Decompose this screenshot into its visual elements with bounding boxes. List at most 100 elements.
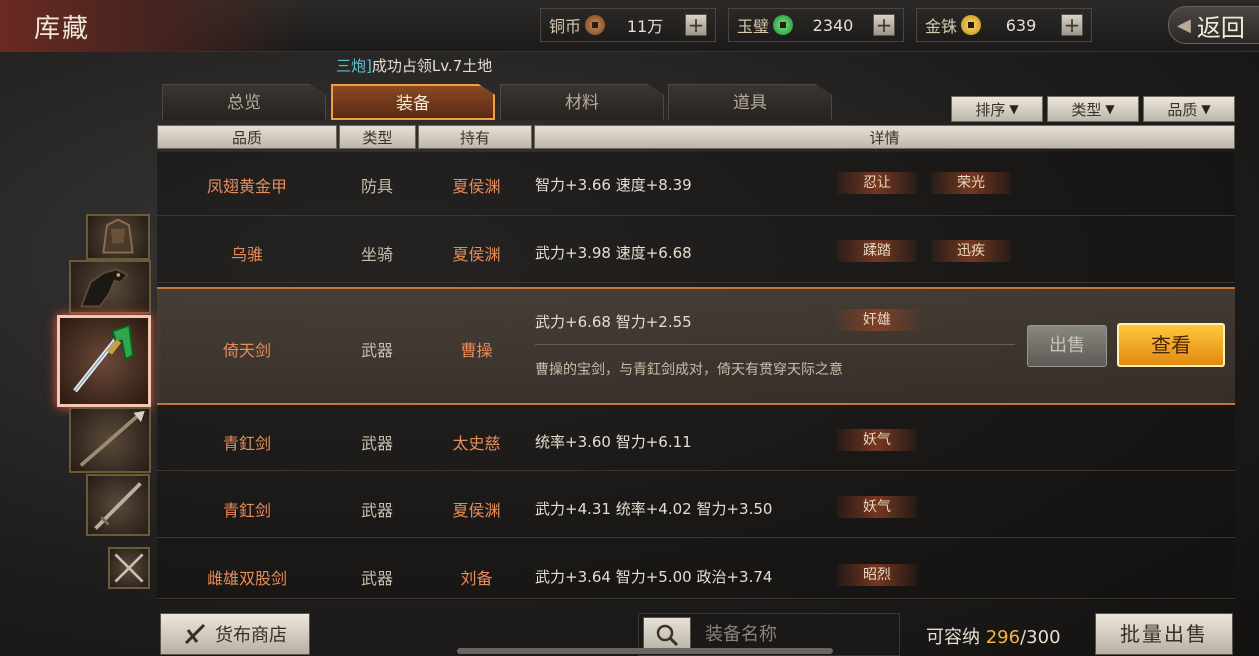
column-header-quality[interactable]: 品质 (157, 125, 337, 149)
item-trait-tag: 妖气 (837, 429, 917, 451)
horse-thumbnail[interactable] (69, 260, 151, 314)
blade-thumbnail[interactable] (86, 474, 150, 536)
spear-icon (79, 410, 145, 467)
tab-items[interactable]: 道具 (668, 84, 832, 120)
item-type: 武器 (360, 434, 393, 453)
item-stats: 智力+3.66 速度+8.39 (535, 176, 692, 194)
item-stats: 武力+3.98 速度+6.68 (535, 244, 692, 262)
item-name: 青釭剑 (222, 501, 271, 520)
capacity-label: 可容纳 (926, 627, 980, 648)
armor-thumbnail[interactable] (86, 214, 150, 260)
double-swords-icon (114, 553, 144, 583)
table-row[interactable]: 乌骓 坐骑 夏侯渊 武力+3.98 速度+6.68 蹂踏 迅疾 (157, 219, 1235, 283)
item-owner: 太史慈 (452, 434, 501, 453)
item-trait-tag: 蹂踏 (837, 240, 917, 262)
notice-player-name: 三炮] (336, 57, 372, 75)
back-label: 返回 (1196, 13, 1245, 42)
notice-banner: 三炮]成功占领Lv.7土地 (336, 55, 492, 76)
add-gold-button[interactable]: + (1061, 14, 1083, 36)
capacity-indicator: 可容纳 296/300 (926, 623, 1061, 649)
currency-copper: 铜币 11万 + (540, 8, 716, 42)
gold-coin-icon (961, 15, 982, 35)
item-owner: 夏侯渊 (452, 245, 501, 264)
item-trait-tag: 荣光 (931, 172, 1011, 194)
currency-value: 639 (1005, 15, 1037, 35)
table-row-selected[interactable]: 倚天剑 武器 曹操 武力+6.68 智力+2.55 奸雄 曹操的宝剑，与青釭剑成… (157, 287, 1235, 405)
item-name: 凤翅黄金甲 (206, 177, 287, 196)
view-button[interactable]: 查看 (1117, 323, 1225, 367)
column-header-owner[interactable]: 持有 (418, 125, 532, 149)
scroll-indicator[interactable] (457, 648, 833, 654)
sort-dropdown[interactable]: 排序 ▼ (951, 96, 1043, 122)
currency-value: 11万 (626, 17, 664, 36)
table-row[interactable]: 青釭剑 武器 太史慈 统率+3.60 智力+6.11 妖气 (157, 407, 1235, 471)
item-owner: 曹操 (460, 341, 493, 360)
item-name: 倚天剑 (222, 341, 271, 360)
armor-icon (102, 218, 134, 254)
type-filter-dropdown[interactable]: 类型 ▼ (1047, 96, 1139, 122)
item-type: 防具 (360, 177, 393, 196)
copper-coin-icon (585, 15, 606, 35)
search-input[interactable] (705, 624, 885, 645)
item-type: 武器 (360, 501, 393, 520)
capacity-total: /300 (1020, 627, 1061, 648)
notice-text: 成功占领Lv.7土地 (371, 57, 493, 75)
item-trait-tag: 妖气 (837, 496, 917, 518)
tab-materials[interactable]: 材料 (500, 84, 664, 120)
sword-icon (73, 324, 134, 393)
item-owner: 刘备 (460, 569, 493, 588)
item-trait-tag: 迅疾 (931, 240, 1011, 262)
item-owner: 夏侯渊 (452, 177, 501, 196)
column-header-details: 详情 (534, 125, 1235, 149)
tab-equipment[interactable]: 装备 (331, 84, 495, 120)
column-header-type[interactable]: 类型 (339, 125, 416, 149)
caret-down-icon: ▼ (1105, 102, 1115, 116)
item-stats: 统率+3.60 智力+6.11 (535, 433, 692, 451)
capacity-used: 296 (985, 627, 1021, 648)
horse-icon (79, 268, 130, 308)
bulk-sell-button[interactable]: 批量出售 (1095, 613, 1233, 655)
caret-down-icon: ▼ (1009, 102, 1019, 116)
item-owner: 夏侯渊 (452, 501, 501, 520)
jade-disc-icon (773, 15, 794, 35)
item-name: 青釭剑 (222, 434, 271, 453)
search-icon (656, 624, 679, 646)
currency-shop-label: 货布商店 (215, 625, 287, 646)
divider (535, 344, 1015, 345)
item-trait-tag: 昭烈 (837, 564, 917, 586)
currency-shop-button[interactable]: 货布商店 (160, 613, 310, 655)
item-trait-tag: 忍让 (837, 172, 917, 194)
item-stats: 武力+6.68 智力+2.55 (535, 313, 692, 331)
item-stats: 武力+4.31 统率+4.02 智力+3.50 (535, 500, 773, 518)
type-filter-label: 类型 (1071, 100, 1102, 119)
add-copper-button[interactable]: + (685, 14, 707, 36)
item-name: 雌雄双股剑 (206, 569, 287, 588)
item-description: 曹操的宝剑，与青釭剑成对，倚天有贯穿天际之意 (535, 362, 843, 378)
double-swords-thumbnail[interactable] (108, 547, 150, 589)
quality-filter-dropdown[interactable]: 品质 ▼ (1143, 96, 1235, 122)
item-trait-tag: 奸雄 (837, 309, 917, 331)
add-jade-button[interactable]: + (873, 14, 895, 36)
item-type: 武器 (360, 569, 393, 588)
sword-thumbnail-selected[interactable] (57, 315, 151, 407)
tab-overview[interactable]: 总览 (162, 84, 326, 120)
item-type: 武器 (360, 341, 393, 360)
sell-button[interactable]: 出售 (1027, 325, 1107, 367)
spear-thumbnail[interactable] (69, 407, 151, 473)
currency-label: 玉璧 (737, 17, 770, 36)
table-row[interactable]: 凤翅黄金甲 防具 夏侯渊 智力+3.66 速度+8.39 忍让 荣光 (157, 152, 1235, 216)
currency-gold: 金铢 639 + (916, 8, 1092, 42)
quality-filter-label: 品质 (1167, 100, 1198, 119)
table-row[interactable]: 青釭剑 武器 夏侯渊 武力+4.31 统率+4.02 智力+3.50 妖气 (157, 474, 1235, 538)
page-title: 库藏 (34, 14, 91, 44)
item-type: 坐骑 (360, 245, 393, 264)
item-name: 乌骓 (230, 245, 263, 264)
back-arrow-icon: ◀ (1177, 14, 1191, 36)
item-stats: 武力+3.64 智力+5.00 政治+3.74 (535, 568, 773, 586)
currency-label: 铜币 (549, 17, 582, 36)
blade-icon (94, 482, 142, 530)
crossed-blades-icon (184, 623, 206, 645)
back-button[interactable]: ◀ 返回 (1168, 6, 1259, 44)
sort-label: 排序 (975, 100, 1006, 119)
table-row[interactable]: 雌雄双股剑 武器 刘备 武力+3.64 智力+5.00 政治+3.74 昭烈 (157, 541, 1235, 599)
